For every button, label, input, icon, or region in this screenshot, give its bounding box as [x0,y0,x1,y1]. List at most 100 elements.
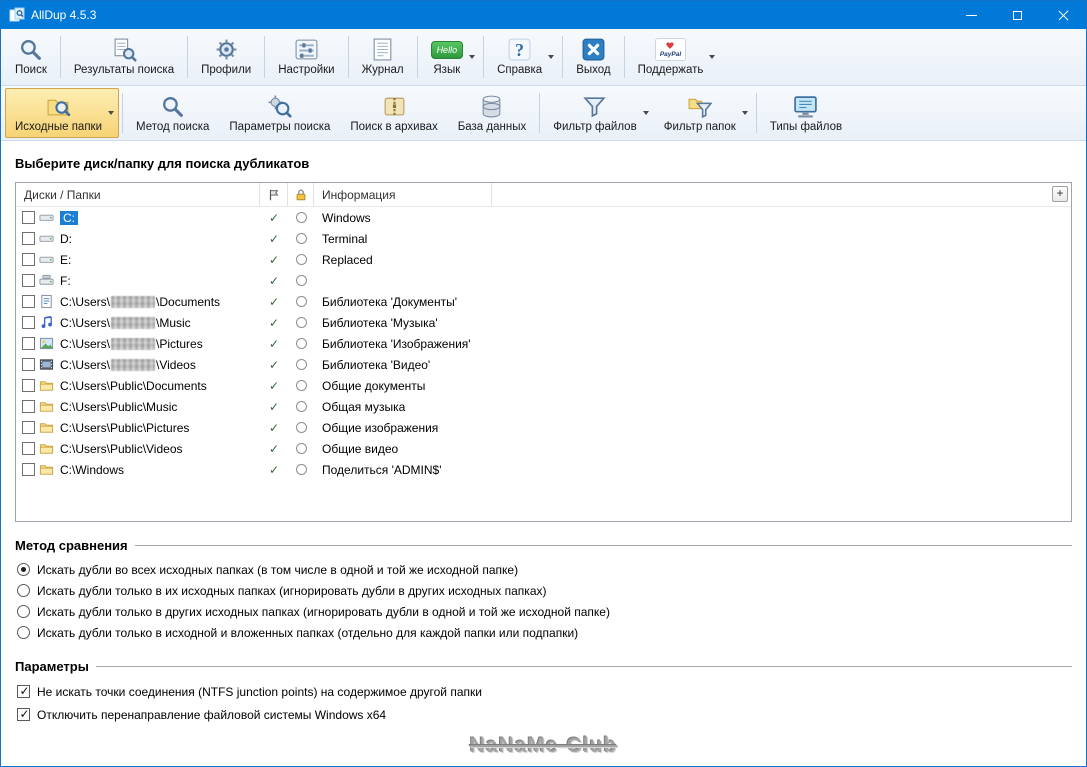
toolbar-button-help[interactable]: ? Справка [487,31,559,83]
folder-info: Библиотека 'Видео' [322,357,431,372]
row-checkbox[interactable] [22,211,35,224]
row-checkbox[interactable] [22,421,35,434]
column-header-empty [492,183,1071,206]
toolbar-button-profiles[interactable]: Профили [191,31,261,83]
window-title: AllDup 4.5.3 [31,8,97,22]
option-label: Искать дубли во всех исходных папках (в … [37,562,519,577]
comparison-section-title: Метод сравнения [15,538,128,553]
toolbar-button-search-params[interactable]: Параметры поиска [219,88,340,138]
toolbar-button-source-folders[interactable]: Исходные папки [5,88,120,138]
folder-info: Общие изображения [322,420,439,435]
close-button[interactable] [1040,1,1086,29]
row-checkbox[interactable] [22,295,35,308]
table-row[interactable]: C:\Users\\Videos Библиотека 'Видео' [16,354,1071,375]
maximize-icon [1012,10,1022,20]
main-toolbar: Поиск Результаты поиска Профили Настройки Жу… [1,29,1086,86]
language-icon: Hello [430,36,464,63]
row-checkbox[interactable] [22,253,35,266]
folder-info: Библиотека 'Документы' [322,294,458,309]
checkbox[interactable] [17,707,31,721]
comparison-option[interactable]: Искать дубли во всех исходных папках (в … [15,559,1072,580]
maximize-button[interactable] [994,1,1040,29]
radio-button[interactable] [17,626,30,639]
toolbar-button-archives[interactable]: Поиск в архивах [340,88,447,138]
lock-state-icon [295,443,307,454]
table-row[interactable]: C:\Users\Public\Documents Общие документы [16,375,1071,396]
search-icon [18,36,43,63]
row-checkbox[interactable] [22,274,35,287]
table-row[interactable]: C:\Users\\Pictures Библиотека 'Изображени… [16,333,1071,354]
page-title: Выберите диск/папку для поиска дубликато… [15,156,310,171]
music-icon [38,315,60,330]
radio-button[interactable] [17,605,30,618]
lock-state-icon [295,317,307,328]
censored-username [111,358,156,371]
pictures-icon [38,336,60,351]
toolbar-button-search-method[interactable]: Метод поиска [126,88,219,138]
comparison-option[interactable]: Искать дубли только в других исходных па… [15,601,1072,622]
flag-column-icon[interactable] [260,183,288,206]
include-check-icon [260,211,288,225]
app-icon [9,7,25,23]
toolbar-button-journal[interactable]: Журнал [352,31,414,83]
toolbar-button-label: Поиск [15,64,47,76]
table-row[interactable]: C: Windows [16,207,1071,228]
row-checkbox[interactable] [22,463,35,476]
toolbar-button-search[interactable]: Поиск [5,31,57,83]
comparison-option[interactable]: Искать дубли только в исходной и вложенн… [15,622,1072,643]
toolbar-button-folder-filter[interactable]: Фильтр папок [654,88,753,138]
column-header-folders[interactable]: Диски / Папки [16,183,260,206]
drive-icon [38,252,60,267]
comparison-option[interactable]: Искать дубли только в их исходных папках… [15,580,1072,601]
radio-button[interactable] [17,584,30,597]
toolbar-button-paypal[interactable]: PayPal Поддержать [628,31,721,83]
table-row[interactable]: C:\Users\\Documents Библиотека 'Документы… [16,291,1071,312]
include-check-icon [260,400,288,414]
table-row[interactable]: F: [16,270,1071,291]
toolbar-button-file-filter[interactable]: Фильтр файлов [543,88,653,138]
row-checkbox[interactable] [22,232,35,245]
column-header-info[interactable]: Информация [314,183,492,206]
table-row[interactable]: C:\Users\Public\Pictures Общие изображени… [16,417,1071,438]
dropdown-arrow-icon[interactable] [548,55,555,59]
lock-state-icon [295,233,307,244]
lock-column-icon[interactable] [288,183,314,206]
folder-info: Replaced [322,252,373,267]
dropdown-arrow-icon[interactable] [469,55,476,59]
table-row[interactable]: C:\Users\Public\Videos Общие видео [16,438,1071,459]
parameter-option[interactable]: Не искать точки соединения (NTFS junctio… [15,680,1072,703]
table-row[interactable]: D: Terminal [16,228,1071,249]
row-checkbox[interactable] [22,400,35,413]
watermark: NaNaMe-Club [469,734,618,757]
table-row[interactable]: E: Replaced [16,249,1071,270]
folder-icon [38,462,60,477]
row-checkbox[interactable] [22,442,35,455]
table-row[interactable]: C:\Users\Public\Music Общая музыка [16,396,1071,417]
toolbar-button-label: База данных [457,121,527,133]
dropdown-arrow-icon[interactable] [741,111,748,115]
toolbar-button-language[interactable]: Hello Язык [421,31,481,83]
table-row[interactable]: C:\Windows Поделиться 'ADMIN$' [16,459,1071,480]
add-column-button[interactable]: + [1052,186,1068,202]
checkbox[interactable] [17,684,31,698]
radio-button[interactable] [17,563,30,576]
table-row[interactable]: C:\Users\\Music Библиотека 'Музыка' [16,312,1071,333]
toolbar-button-database[interactable]: База данных [448,88,537,138]
row-checkbox[interactable] [22,316,35,329]
row-checkbox[interactable] [22,358,35,371]
row-checkbox[interactable] [22,337,35,350]
dropdown-arrow-icon[interactable] [642,111,649,115]
toolbar-button-exit[interactable]: Выход [566,31,620,83]
toolbar-button-label: Типы файлов [769,121,843,133]
minimize-button[interactable] [948,1,994,29]
folder-path: F: [60,273,71,288]
lock-state-icon [295,422,307,433]
row-checkbox[interactable] [22,379,35,392]
toolbar-button-settings[interactable]: Настройки [268,31,344,83]
include-check-icon [260,379,288,393]
toolbar-button-file-types[interactable]: Типы файлов [760,88,852,138]
parameter-option[interactable]: Отключить перенаправление файловой систе… [15,703,1072,726]
dropdown-arrow-icon[interactable] [709,55,716,59]
toolbar-button-search-results[interactable]: Результаты поиска [64,31,184,83]
dropdown-arrow-icon[interactable] [108,111,115,115]
